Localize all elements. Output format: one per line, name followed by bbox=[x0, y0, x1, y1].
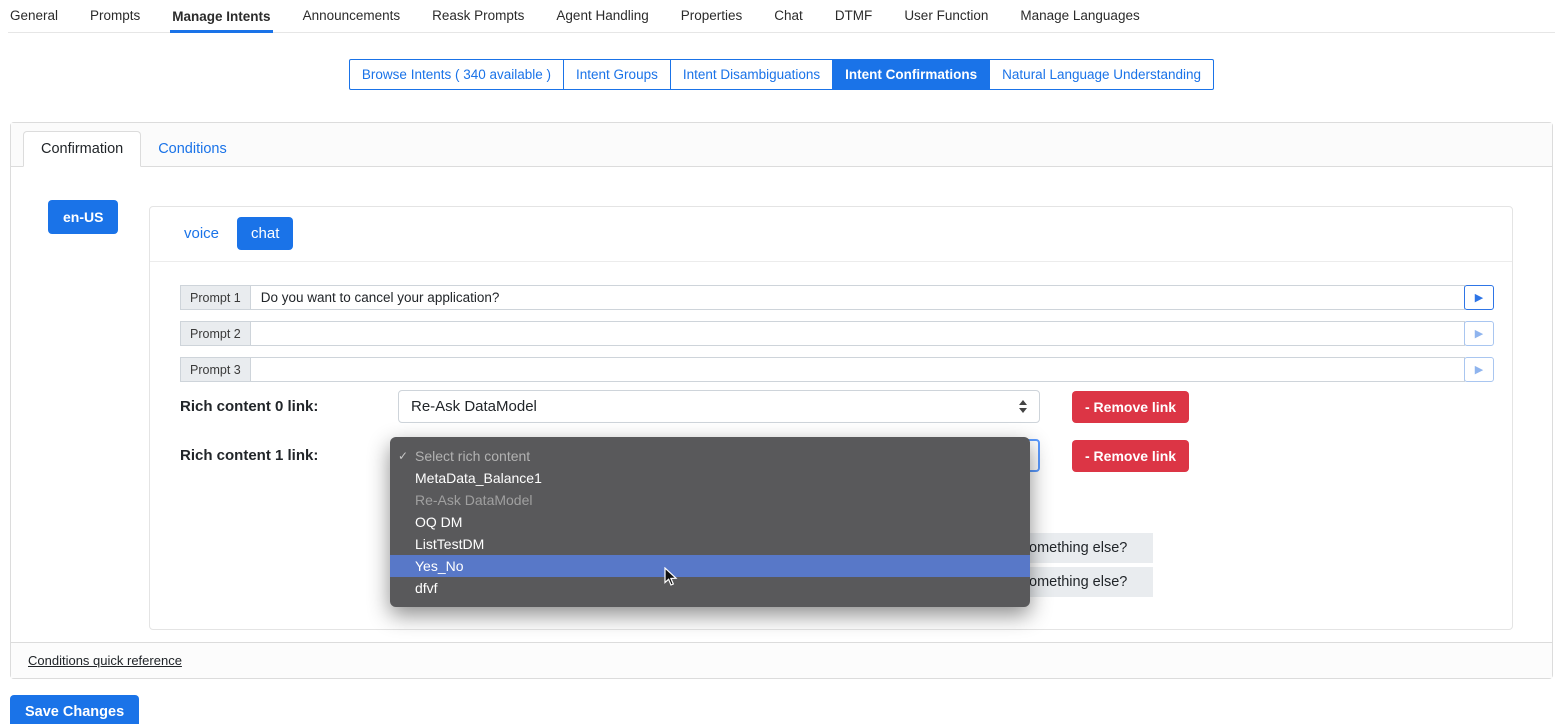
select-updown-icon bbox=[1019, 400, 1027, 413]
save-changes-button[interactable]: Save Changes bbox=[10, 695, 139, 724]
prompt-3-input[interactable] bbox=[250, 357, 1465, 382]
nav-item-manage-languages[interactable]: Manage Languages bbox=[1018, 6, 1141, 32]
nav-item-manage-intents[interactable]: Manage Intents bbox=[170, 7, 272, 33]
dropdown-option-label: Select rich content bbox=[415, 448, 530, 464]
prompt-1-input[interactable] bbox=[250, 285, 1465, 310]
channel-tab-voice[interactable]: voice bbox=[182, 217, 221, 250]
rich-content-1-label: Rich content 1 link: bbox=[180, 447, 398, 464]
intent-confirmations-button[interactable]: Intent Confirmations bbox=[832, 59, 990, 90]
nav-item-user-function[interactable]: User Function bbox=[902, 6, 990, 32]
check-icon: ✓ bbox=[398, 445, 408, 467]
nav-item-properties[interactable]: Properties bbox=[679, 6, 745, 32]
tab-conditions[interactable]: Conditions bbox=[141, 132, 244, 166]
rich-content-0-label: Rich content 0 link: bbox=[180, 398, 398, 415]
tab-confirmation[interactable]: Confirmation bbox=[23, 131, 141, 167]
nav-item-reask-prompts[interactable]: Reask Prompts bbox=[430, 6, 526, 32]
natural-language-understanding-button[interactable]: Natural Language Understanding bbox=[989, 59, 1214, 90]
prompt-list: Prompt 1 ▶ Prompt 2 ▶ Prompt 3 ▶ bbox=[150, 262, 1512, 382]
dropdown-option-yes-no[interactable]: Yes_No bbox=[390, 555, 1030, 577]
nav-item-general[interactable]: General bbox=[8, 6, 60, 32]
dropdown-option-select-rich-content[interactable]: ✓ Select rich content bbox=[390, 445, 1030, 467]
nav-item-prompts[interactable]: Prompts bbox=[88, 6, 142, 32]
conditions-quick-reference-link[interactable]: Conditions quick reference bbox=[28, 653, 182, 668]
language-column: en-US bbox=[27, 183, 149, 234]
nav-item-chat[interactable]: Chat bbox=[772, 6, 805, 32]
prompt-row: Prompt 2 ▶ bbox=[180, 321, 1494, 346]
dropdown-option-metadata-balance1[interactable]: MetaData_Balance1 bbox=[390, 467, 1030, 489]
rich-content-dropdown-menu: ✓ Select rich content MetaData_Balance1 … bbox=[390, 437, 1030, 607]
channel-tab-chat[interactable]: chat bbox=[237, 217, 293, 250]
obscured-chip: omething else? bbox=[1029, 533, 1153, 563]
top-navigation: General Prompts Manage Intents Announcem… bbox=[8, 0, 1555, 33]
intent-groups-button[interactable]: Intent Groups bbox=[563, 59, 671, 90]
card-footer: Conditions quick reference bbox=[11, 642, 1552, 678]
dropdown-option-listtestdm[interactable]: ListTestDM bbox=[390, 533, 1030, 555]
nav-item-announcements[interactable]: Announcements bbox=[301, 6, 403, 32]
remove-link-0-button[interactable]: - Remove link bbox=[1072, 391, 1189, 423]
rich-content-0-row: Rich content 0 link: Re-Ask DataModel - … bbox=[150, 390, 1512, 423]
intent-views-button-group: Browse Intents ( 340 available ) Intent … bbox=[0, 59, 1563, 90]
card-tab-bar: Confirmation Conditions bbox=[11, 123, 1552, 167]
prompt-3-label: Prompt 3 bbox=[180, 357, 251, 382]
dropdown-option-reask-datamodel[interactable]: Re-Ask DataModel bbox=[390, 489, 1030, 511]
play-button[interactable]: ▶ bbox=[1464, 357, 1494, 382]
language-en-us-button[interactable]: en-US bbox=[48, 200, 118, 234]
play-button[interactable]: ▶ bbox=[1464, 285, 1494, 310]
dropdown-option-oq-dm[interactable]: OQ DM bbox=[390, 511, 1030, 533]
play-button[interactable]: ▶ bbox=[1464, 321, 1494, 346]
channel-tab-bar: voice chat bbox=[150, 207, 1512, 262]
rich-content-0-select[interactable]: Re-Ask DataModel bbox=[398, 390, 1040, 423]
browse-intents-button[interactable]: Browse Intents ( 340 available ) bbox=[349, 59, 564, 90]
prompt-row: Prompt 1 ▶ bbox=[180, 285, 1494, 310]
intent-disambiguations-button[interactable]: Intent Disambiguations bbox=[670, 59, 833, 90]
remove-link-1-button[interactable]: - Remove link bbox=[1072, 440, 1189, 472]
rich-content-0-selected-value: Re-Ask DataModel bbox=[411, 398, 537, 415]
nav-item-agent-handling[interactable]: Agent Handling bbox=[554, 6, 650, 32]
dropdown-option-dfvf[interactable]: dfvf bbox=[390, 577, 1030, 599]
obscured-chip: omething else? bbox=[1029, 567, 1153, 597]
prompt-row: Prompt 3 ▶ bbox=[180, 357, 1494, 382]
nav-item-dtmf[interactable]: DTMF bbox=[833, 6, 875, 32]
prompt-1-label: Prompt 1 bbox=[180, 285, 251, 310]
prompt-2-input[interactable] bbox=[250, 321, 1465, 346]
prompt-2-label: Prompt 2 bbox=[180, 321, 251, 346]
